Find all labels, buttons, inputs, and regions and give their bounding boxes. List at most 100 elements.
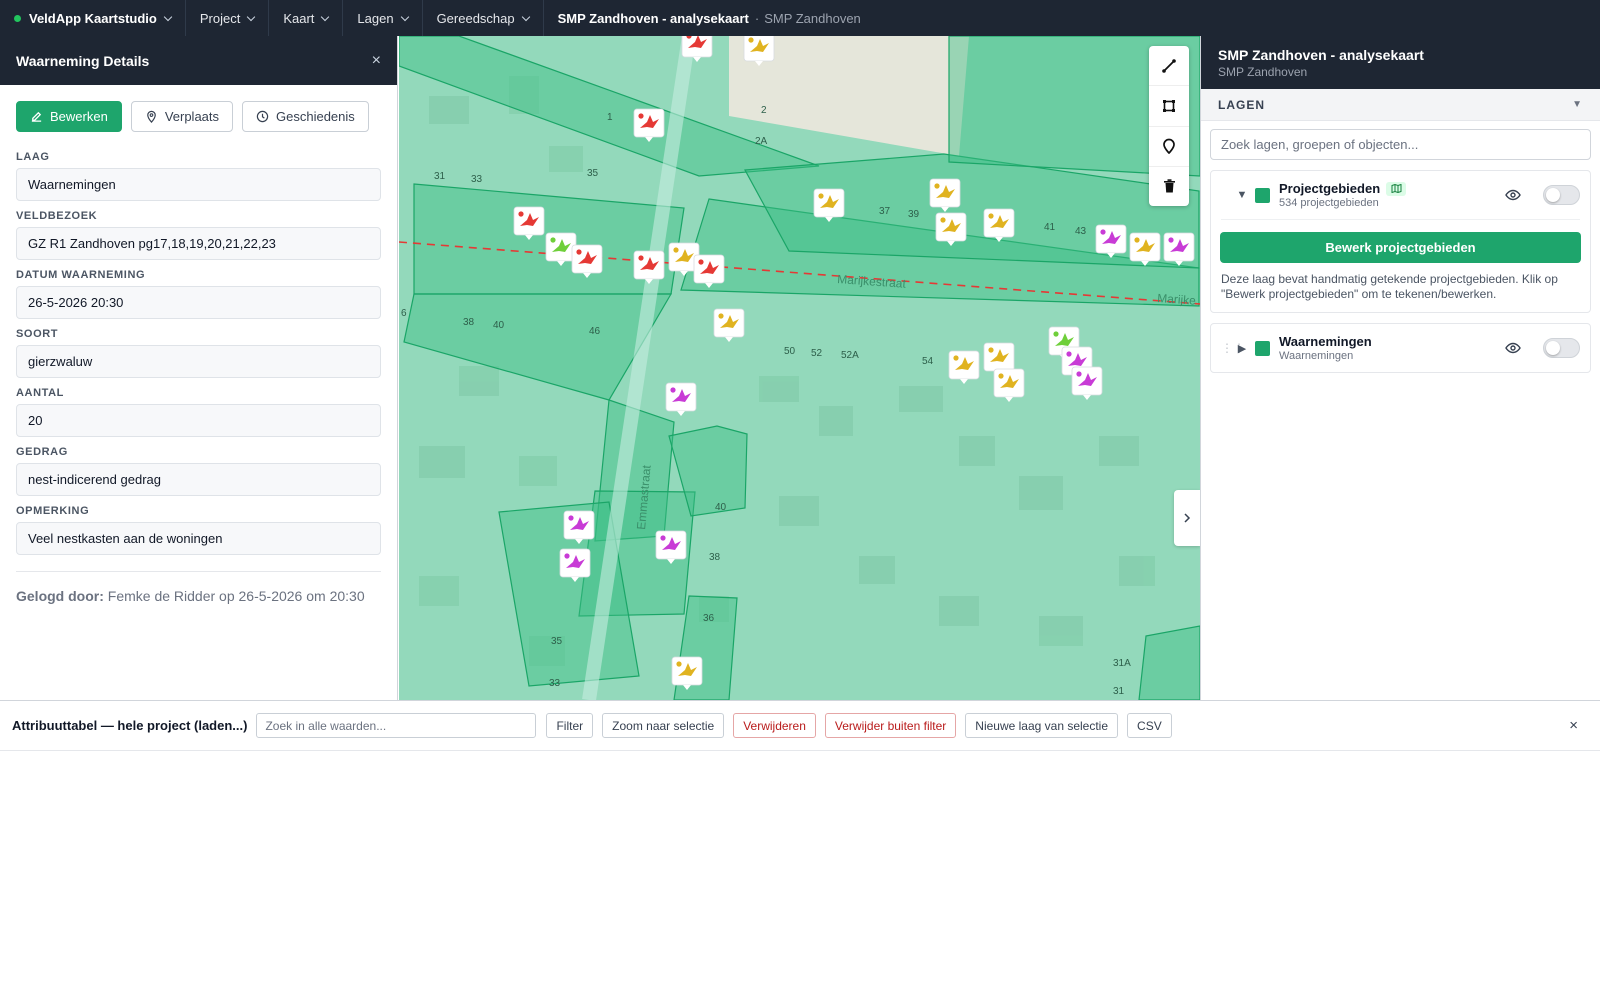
street-label: Marijke bbox=[1157, 291, 1197, 308]
chevron-right-icon bbox=[1184, 513, 1191, 523]
field-label: LAAG bbox=[16, 151, 50, 163]
details-panel: Waarneming Details × Bewerken Verplaats … bbox=[0, 36, 398, 700]
polygon-tool-button[interactable] bbox=[1149, 86, 1189, 127]
layer-visibility-toggle[interactable] bbox=[1543, 185, 1580, 205]
layer-visibility-toggle[interactable] bbox=[1543, 338, 1580, 358]
project-title: SMP Zandhoven - analysekaart bbox=[557, 10, 749, 26]
polygon-tool-icon bbox=[1163, 99, 1175, 112]
observation-marker[interactable] bbox=[1095, 224, 1127, 258]
layers-section-header[interactable]: LAGEN ▼ bbox=[1201, 89, 1600, 121]
details-title: Waarneming Details bbox=[16, 52, 150, 69]
layer-row[interactable]: ▼ Projectgebieden 534 projectgebieden bbox=[1211, 171, 1590, 219]
collapse-right-panel-button[interactable] bbox=[1174, 490, 1200, 546]
logged-by-label: Gelogd door: bbox=[16, 588, 104, 604]
app-brand-menu[interactable]: VeldApp Kaartstudio bbox=[0, 0, 186, 36]
observation-marker[interactable] bbox=[713, 308, 745, 342]
drag-handle-icon[interactable]: ⋮⋮ bbox=[1221, 341, 1245, 355]
expand-toggle-icon[interactable]: ▼ bbox=[1235, 189, 1249, 201]
observation-marker[interactable] bbox=[665, 382, 697, 416]
layer-card-projectgebieden: ▼ Projectgebieden 534 projectgebieden Be… bbox=[1210, 170, 1591, 313]
house-number: 52 bbox=[811, 348, 823, 359]
layer-subtitle: Waarnemingen bbox=[1279, 350, 1354, 362]
house-number: 40 bbox=[715, 502, 727, 513]
move-button[interactable]: Verplaats bbox=[130, 101, 234, 132]
field-opmerking: OPMERKING Veel nestkasten aan de woninge… bbox=[0, 505, 397, 555]
eye-icon[interactable] bbox=[1505, 342, 1521, 354]
layer-name: Projectgebieden bbox=[1279, 181, 1381, 196]
observation-marker[interactable] bbox=[693, 254, 725, 288]
line-tool-icon bbox=[1162, 58, 1176, 73]
observation-marker[interactable] bbox=[1071, 366, 1103, 400]
layer-name: Waarnemingen bbox=[1279, 334, 1372, 349]
observation-marker[interactable] bbox=[1129, 232, 1161, 266]
layers-project-subtitle: SMP Zandhoven bbox=[1218, 65, 1308, 79]
observation-marker[interactable] bbox=[929, 178, 961, 212]
layer-names: Waarnemingen Waarnemingen bbox=[1279, 334, 1505, 362]
collapse-arrow-icon: ▼ bbox=[1572, 99, 1583, 110]
edit-project-areas-button[interactable]: Bewerk projectgebieden bbox=[1220, 232, 1581, 263]
edit-button-label: Bewerken bbox=[50, 109, 108, 124]
house-number: 54 bbox=[922, 356, 934, 367]
observation-marker[interactable] bbox=[633, 250, 665, 284]
house-number: 2 bbox=[761, 105, 767, 116]
menu-project[interactable]: Project bbox=[186, 0, 270, 36]
house-number: 50 bbox=[784, 346, 796, 357]
logged-by-value: Femke de Ridder op 26-5-2026 om 20:30 bbox=[107, 588, 365, 604]
delete-tool-button[interactable] bbox=[1149, 167, 1189, 206]
move-button-label: Verplaats bbox=[164, 109, 220, 124]
delete-outside-filter-button[interactable]: Verwijder buiten filter bbox=[824, 713, 957, 738]
layer-names: Projectgebieden 534 projectgebieden bbox=[1279, 181, 1505, 209]
observation-marker[interactable] bbox=[545, 232, 577, 266]
observation-marker[interactable] bbox=[633, 108, 665, 142]
observation-marker[interactable] bbox=[948, 350, 980, 384]
layers-section-label: LAGEN bbox=[1218, 97, 1265, 112]
attribute-search-input[interactable]: Zoek in alle waarden... bbox=[256, 713, 537, 738]
layers-panel: SMP Zandhoven - analysekaart SMP Zandhov… bbox=[1200, 36, 1600, 700]
observation-marker[interactable] bbox=[983, 208, 1015, 242]
house-number: 43 bbox=[1075, 226, 1087, 237]
observation-marker[interactable] bbox=[813, 188, 845, 222]
close-details-button[interactable]: × bbox=[372, 52, 381, 70]
menu-gereedschap-label: Gereedschap bbox=[436, 10, 515, 26]
observation-marker[interactable] bbox=[559, 548, 591, 582]
map-layer: Marijkestraat Marijke Emmastraat 1 2 2A … bbox=[399, 36, 1200, 700]
observation-marker[interactable] bbox=[655, 530, 687, 564]
observation-marker[interactable] bbox=[671, 656, 703, 690]
menu-kaart[interactable]: Kaart bbox=[269, 0, 344, 36]
layer-row[interactable]: ⋮⋮ ▶ Waarnemingen Waarnemingen bbox=[1211, 324, 1590, 372]
layers-project-title: SMP Zandhoven - analysekaart bbox=[1218, 47, 1424, 63]
close-attribute-table-button[interactable]: × bbox=[1569, 717, 1578, 734]
observation-marker[interactable] bbox=[1163, 232, 1195, 266]
observation-marker[interactable] bbox=[563, 510, 595, 544]
house-number: 2A bbox=[755, 136, 768, 147]
zoom-to-selection-button[interactable]: Zoom naar selectie bbox=[602, 713, 725, 738]
csv-export-button[interactable]: CSV bbox=[1127, 713, 1172, 738]
observation-marker[interactable] bbox=[993, 368, 1025, 402]
line-tool-button[interactable] bbox=[1149, 46, 1189, 87]
field-value: GZ R1 Zandhoven pg17,18,19,20,21,22,23 bbox=[16, 227, 381, 260]
house-number: 52A bbox=[841, 350, 859, 361]
chevron-down-icon bbox=[521, 12, 530, 21]
observation-marker[interactable] bbox=[935, 212, 967, 246]
layer-search-input[interactable]: Zoek lagen, groepen of objecten... bbox=[1210, 129, 1591, 160]
location-pin-icon bbox=[146, 110, 156, 123]
field-value: nest-indicerend gedrag bbox=[16, 463, 381, 496]
menu-lagen[interactable]: Lagen bbox=[343, 0, 423, 36]
marker-tool-button[interactable] bbox=[1149, 127, 1189, 167]
observation-marker[interactable] bbox=[571, 244, 603, 278]
field-soort: SOORT gierzwaluw bbox=[0, 328, 397, 378]
delete-button[interactable]: Verwijderen bbox=[733, 713, 816, 738]
menu-gereedschap[interactable]: Gereedschap bbox=[423, 0, 544, 36]
edit-button[interactable]: Bewerken bbox=[16, 101, 122, 132]
history-button-label: Geschiedenis bbox=[276, 109, 355, 124]
filter-button[interactable]: Filter bbox=[546, 713, 594, 738]
field-datum: DATUM WAARNEMING 26-5-2026 20:30 bbox=[0, 269, 397, 319]
history-button[interactable]: Geschiedenis bbox=[242, 101, 369, 132]
field-value: gierzwaluw bbox=[16, 345, 381, 378]
observation-marker[interactable] bbox=[513, 206, 545, 240]
house-number: 31 bbox=[434, 171, 446, 182]
eye-icon[interactable] bbox=[1505, 189, 1521, 201]
new-layer-from-selection-button[interactable]: Nieuwe laag van selectie bbox=[965, 713, 1119, 738]
expand-toggle-icon[interactable]: ▶ bbox=[1235, 342, 1249, 355]
map-canvas[interactable]: Marijkestraat Marijke Emmastraat 1 2 2A … bbox=[399, 36, 1200, 700]
